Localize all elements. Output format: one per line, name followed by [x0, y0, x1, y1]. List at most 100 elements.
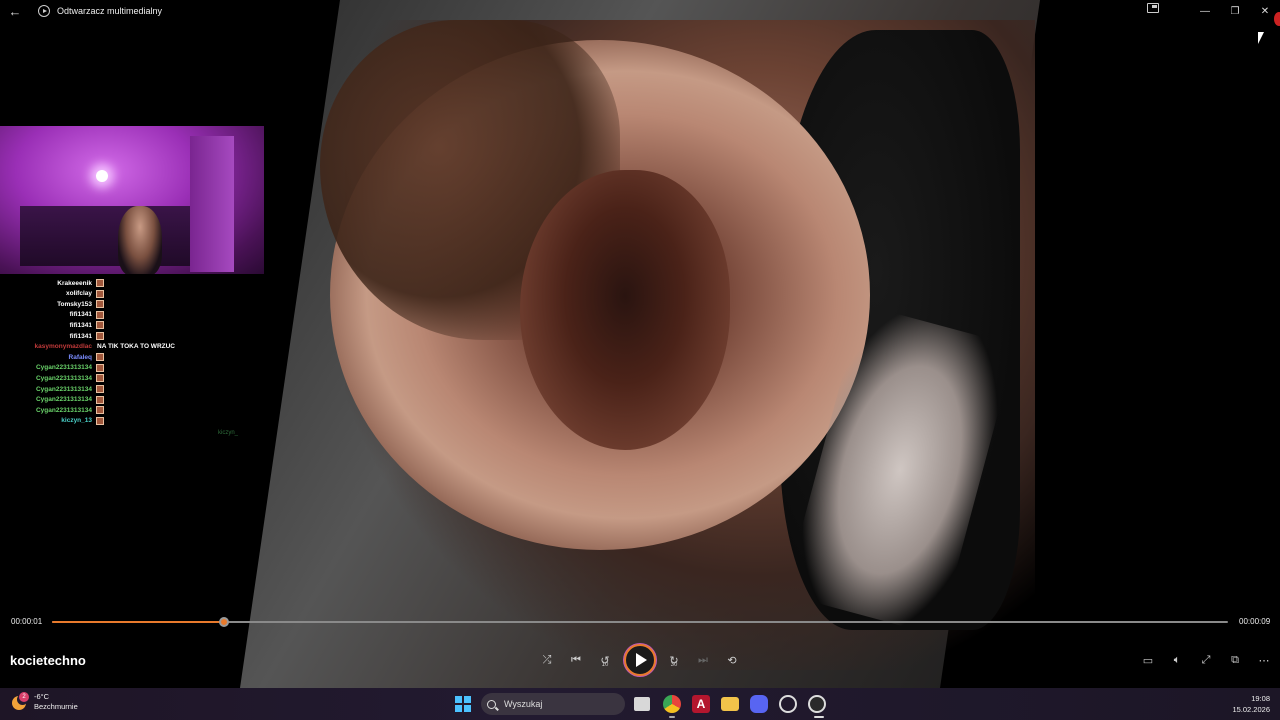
chat-message: Tomsky153: [0, 299, 104, 309]
close-button[interactable]: ✕: [1250, 0, 1280, 22]
chat-text: NA TIK TOKA TO WRZUC: [97, 343, 175, 351]
fullscreen-icon: ⤢: [1201, 653, 1211, 666]
chat-username: kasymonymazdlac: [34, 343, 92, 351]
chat-username: Cygan2231313134: [35, 374, 92, 382]
task-view-icon[interactable]: [634, 697, 650, 711]
shuffle-icon: ⤮: [542, 653, 552, 666]
skip-forward-seconds: 30: [670, 662, 678, 668]
chat-emote-icon: [96, 363, 104, 372]
subtitles-button[interactable]: ▭: [1138, 650, 1158, 670]
more-options-button[interactable]: ⋯: [1254, 650, 1274, 670]
fullscreen-button[interactable]: ⤢: [1196, 650, 1216, 670]
skip-forward-button[interactable]: ↻ 30: [664, 650, 684, 670]
chat-message: Cygan2231313134: [0, 363, 104, 373]
chat-message: fifi1341: [0, 310, 104, 320]
seek-bar[interactable]: [52, 617, 1228, 627]
chat-emote-icon: [96, 300, 104, 309]
minimize-icon: —: [1200, 5, 1210, 17]
seek-progress: [52, 621, 224, 623]
skip-back-button[interactable]: ↺ 10: [595, 650, 615, 670]
weather-badge: 2: [19, 692, 29, 702]
chat-emote-icon: [96, 310, 104, 319]
chat-message: fifi1341: [0, 320, 104, 330]
back-button[interactable]: ←: [0, 0, 30, 22]
chat-username: kiczyn_13: [61, 417, 92, 425]
moon-weather-icon: 2: [12, 692, 29, 710]
chat-emote-icon: [96, 385, 104, 393]
chat-username: fifi1341: [69, 311, 92, 319]
maximize-button[interactable]: ❐: [1220, 0, 1250, 22]
chat-message: xolifclay: [0, 289, 104, 299]
chat-overlay: Krakeeenik xolifclay Tomsky153 fifi1341 fifi…: [0, 270, 264, 440]
chat-emote-icon: [96, 289, 104, 298]
media-player-app-icon: [38, 5, 50, 17]
chat-message: Cygan2231313134: [0, 405, 104, 415]
more-icon: ⋯: [1258, 654, 1270, 667]
chat-emote-icon: [96, 353, 104, 362]
chat-username: Cygan2231313134: [35, 406, 92, 414]
repeat-off-button[interactable]: ⟲: [722, 650, 742, 670]
seek-thumb[interactable]: [218, 617, 229, 627]
adobe-acrobat-icon[interactable]: A: [692, 695, 710, 713]
total-time: 00:00:09: [1239, 617, 1271, 626]
window-title: Odtwarzacz multimedialny: [57, 6, 163, 16]
webcam-door: [190, 136, 234, 272]
chat-message: Cygan2231313134: [0, 395, 104, 405]
search-placeholder: Wyszukaj: [504, 699, 543, 709]
chat-message: Krakeeenik: [0, 278, 104, 288]
discord-icon[interactable]: [750, 695, 768, 713]
media-player-window: Krakeeenik xolifclay Tomsky153 fifi1341 fifi…: [0, 0, 1280, 688]
webcam-person: [118, 206, 162, 274]
play-button[interactable]: [624, 644, 656, 676]
clock-date: 15.02.2026: [1232, 705, 1270, 714]
webcam-overlay: [0, 126, 264, 274]
compact-overlay-button[interactable]: [1147, 3, 1159, 13]
player-controls: 00:00:01 00:00:09 kocietechno ⤮ ⏮ ↺ 10 ↻ 3…: [0, 610, 1280, 688]
windows-start-button[interactable]: [455, 696, 471, 712]
window-controls: — ❐ ✕: [1190, 0, 1280, 22]
video-viewport[interactable]: Krakeeenik xolifclay Tomsky153 fifi1341 fifi…: [0, 0, 1280, 688]
file-explorer-icon[interactable]: [721, 697, 739, 711]
chrome-active-indicator: [669, 716, 675, 718]
system-clock[interactable]: 19:08 15.02.2026: [1232, 693, 1270, 715]
chat-message: kasymonymazdlac NA TIK TOKA TO WRZUC: [0, 342, 175, 352]
chat-emote-icon: [96, 395, 104, 404]
chat-emote-icon: [96, 406, 104, 415]
miniplayer-button[interactable]: ⧉: [1225, 650, 1245, 670]
next-button[interactable]: ⏭: [693, 650, 713, 670]
chat-username: Cygan2231313134: [35, 385, 92, 393]
search-icon: [487, 699, 496, 709]
taskbar-search[interactable]: Wyszukaj: [481, 693, 625, 715]
chrome-icon[interactable]: [663, 695, 681, 713]
volume-icon: 🔈︎: [1173, 653, 1181, 666]
current-time: 00:00:01: [11, 617, 43, 626]
mouse-cursor-icon: [1258, 32, 1264, 44]
weather-desc: Bezchmurnie: [34, 702, 78, 711]
minimize-button[interactable]: —: [1190, 0, 1220, 22]
weather-widget[interactable]: 2 -6°C Bezchmurnie: [12, 692, 78, 712]
media-player-taskbar-icon[interactable]: [808, 695, 826, 713]
chat-username: Krakeeenik: [57, 279, 92, 287]
webcam-shelf: [20, 206, 190, 266]
steam-icon[interactable]: [779, 695, 797, 713]
subtitles-icon: ▭: [1142, 654, 1154, 667]
chat-message: kiczyn_13: [0, 416, 104, 426]
next-icon: ⏭: [698, 653, 708, 666]
chat-emote-icon: [96, 332, 104, 340]
back-arrow-icon: ←: [8, 3, 22, 19]
miniplayer-icon: ⧉: [1231, 653, 1239, 666]
chat-username: fifi1341: [69, 332, 92, 340]
chat-username: Cygan2231313134: [35, 396, 92, 404]
webcam-light: [96, 170, 108, 182]
previous-icon: ⏮: [571, 653, 581, 666]
previous-button[interactable]: ⏮: [566, 650, 586, 670]
close-icon: ✕: [1260, 5, 1270, 17]
volume-button[interactable]: 🔈︎: [1167, 650, 1187, 670]
chat-message: fifi1341: [0, 331, 104, 341]
shuffle-button[interactable]: ⤮: [537, 650, 557, 670]
video-mouth: [520, 170, 730, 450]
taskbar: 2 -6°C Bezchmurnie Wyszukaj A 19:08 15.0…: [0, 688, 1280, 720]
repeat-off-icon: ⟲: [727, 654, 737, 667]
media-player-active-indicator: [814, 716, 824, 718]
chat-message: Rafaleq: [0, 352, 104, 362]
